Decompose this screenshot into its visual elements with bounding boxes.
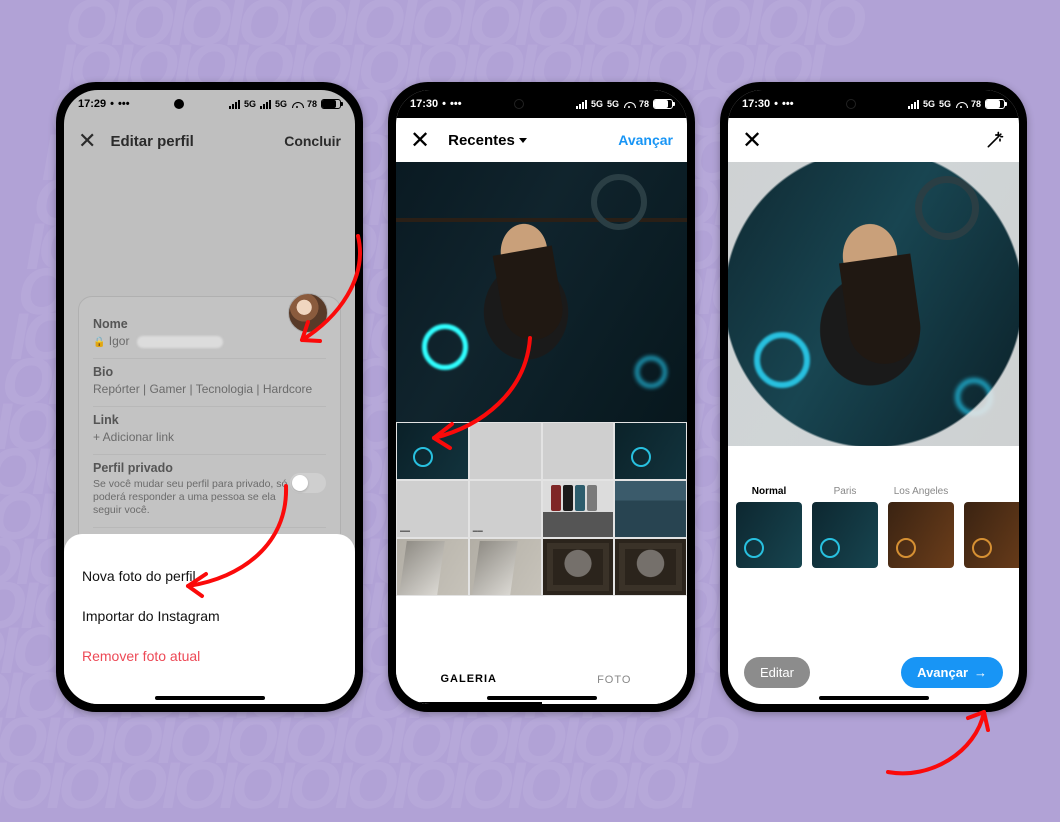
- filter-header: ✕: [728, 118, 1019, 162]
- private-toggle[interactable]: [290, 473, 326, 493]
- done-button[interactable]: Concluir: [284, 133, 341, 149]
- wifi-icon: [291, 99, 303, 109]
- camera-hole-icon: [174, 99, 184, 109]
- home-indicator[interactable]: [487, 696, 597, 700]
- next-button[interactable]: Avançar →: [901, 657, 1003, 688]
- sheet-import-instagram[interactable]: Importar do Instagram: [82, 596, 337, 636]
- selected-photo-preview[interactable]: [396, 162, 687, 422]
- gallery-thumb[interactable]: [614, 422, 687, 480]
- gallery-thumb[interactable]: [542, 480, 615, 538]
- status-bar: 17:29 •••• 5G 5G 78: [64, 90, 355, 118]
- home-indicator[interactable]: [155, 696, 265, 700]
- sheet-remove-photo[interactable]: Remover foto atual: [82, 636, 337, 676]
- next-button[interactable]: Avançar: [618, 132, 673, 148]
- filter-strip: Normal Paris Los Angeles: [728, 486, 1019, 568]
- link-placeholder: + Adicionar link: [93, 430, 326, 444]
- phone-step-2: 17:30 •••• 5G 5G 78 ✕ Recentes Avançar: [388, 82, 695, 712]
- gallery-thumb[interactable]: [469, 422, 542, 480]
- status-bar: 17:30 •••• 5G 5G 78: [728, 90, 1019, 118]
- status-time: 17:30: [410, 98, 438, 110]
- phone-step-3: 17:30 •••• 5G 5G 78 ✕: [720, 82, 1027, 712]
- gallery-thumb[interactable]: [542, 422, 615, 480]
- chevron-down-icon: [519, 138, 527, 143]
- private-section: Perfil privado Se você mudar seu perfil …: [93, 455, 326, 528]
- redacted-text: [137, 336, 223, 348]
- link-section[interactable]: Link + Adicionar link: [93, 407, 326, 455]
- gallery-thumb[interactable]: ▬▬: [396, 480, 469, 538]
- phone-step-1: 17:29 •••• 5G 5G 78 ✕ Editar perfil Conc…: [56, 82, 363, 712]
- filter-next[interactable]: [964, 486, 1019, 568]
- signal-icon: [229, 100, 240, 109]
- gallery-thumb[interactable]: [614, 480, 687, 538]
- gallery-thumb[interactable]: [396, 422, 469, 480]
- wifi-icon: [955, 99, 967, 109]
- status-time: 17:30: [742, 98, 770, 110]
- close-icon[interactable]: ✕: [410, 126, 430, 155]
- private-desc: Se você mudar seu perfil para privado, s…: [93, 478, 293, 517]
- edit-profile-header: ✕ Editar perfil Concluir: [64, 118, 355, 164]
- camera-hole-icon: [514, 99, 524, 109]
- gallery-thumb[interactable]: [614, 538, 687, 596]
- battery-icon: [653, 99, 673, 109]
- magic-wand-icon[interactable]: [985, 130, 1005, 150]
- bio-label: Bio: [93, 365, 326, 379]
- gallery-thumb[interactable]: [469, 538, 542, 596]
- signal-icon: [260, 100, 271, 109]
- filter-paris[interactable]: Paris: [812, 486, 878, 568]
- wifi-icon: [623, 99, 635, 109]
- arrow-right-icon: →: [974, 665, 987, 680]
- battery-icon: [985, 99, 1005, 109]
- close-icon[interactable]: ✕: [742, 126, 762, 155]
- sheet-new-photo[interactable]: Nova foto do perfil: [82, 556, 337, 596]
- gallery-thumb[interactable]: [396, 538, 469, 596]
- profile-form: Nome 🔒 Igor Bio Repórter | Gamer | Tecno…: [78, 296, 341, 547]
- album-dropdown[interactable]: Recentes: [448, 132, 618, 149]
- crop-preview[interactable]: [728, 162, 1019, 446]
- filter-bottom-bar: Editar Avançar →: [728, 657, 1019, 688]
- status-time: 17:29: [78, 98, 106, 110]
- signal-icon: [908, 100, 919, 109]
- bio-value: Repórter | Gamer | Tecnologia | Hardcore: [93, 382, 326, 396]
- gallery-grid: ▬▬ ▬▬: [396, 422, 687, 596]
- page-title: Editar perfil: [96, 133, 284, 150]
- bio-section[interactable]: Bio Repórter | Gamer | Tecnologia | Hard…: [93, 359, 326, 407]
- edit-button[interactable]: Editar: [744, 657, 810, 688]
- gallery-thumb[interactable]: ▬▬: [469, 480, 542, 538]
- status-bar: 17:30 •••• 5G 5G 78: [396, 90, 687, 118]
- picker-header: ✕ Recentes Avançar: [396, 118, 687, 162]
- name-value: Igor: [109, 334, 130, 348]
- battery-icon: [321, 99, 341, 109]
- link-label: Link: [93, 413, 326, 427]
- avatar[interactable]: [288, 293, 328, 333]
- private-label: Perfil privado: [93, 461, 326, 475]
- photo-action-sheet: Nova foto do perfil Importar do Instagra…: [64, 534, 355, 704]
- filter-los-angeles[interactable]: Los Angeles: [888, 486, 954, 568]
- signal-icon: [576, 100, 587, 109]
- home-indicator[interactable]: [819, 696, 929, 700]
- filter-normal[interactable]: Normal: [736, 486, 802, 568]
- close-icon[interactable]: ✕: [78, 128, 96, 154]
- lock-icon: 🔒: [93, 337, 105, 348]
- gallery-thumb[interactable]: [542, 538, 615, 596]
- camera-hole-icon: [846, 99, 856, 109]
